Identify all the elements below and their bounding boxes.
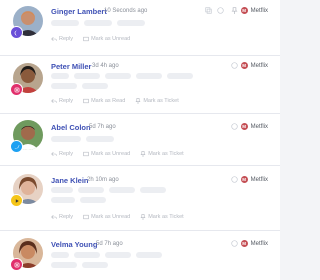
timestamp: 5d 7h ago xyxy=(96,241,123,247)
comment-icon[interactable] xyxy=(217,7,224,14)
brand-name: Metflix xyxy=(250,123,268,130)
copy-icon[interactable] xyxy=(205,7,212,14)
brand-logo: M xyxy=(240,123,248,130)
comment-icon[interactable] xyxy=(231,123,238,130)
mark-unread-button[interactable]: Mark as Unread xyxy=(83,214,130,220)
avatar[interactable] xyxy=(10,120,43,153)
skeleton-line xyxy=(51,73,69,79)
skeleton-line xyxy=(82,83,108,89)
brand-logo: M xyxy=(240,240,248,247)
skeleton-line xyxy=(117,20,145,26)
brand-logo: M xyxy=(240,7,248,14)
brand-tag: M Metflix xyxy=(240,240,268,247)
skeleton-line xyxy=(86,136,114,142)
brand-logo: M xyxy=(240,176,248,183)
avatar[interactable] xyxy=(10,238,43,271)
conversation-card[interactable]: Ginger Lambert 10 Seconds ago M Metflix … xyxy=(0,0,280,56)
youtube-icon xyxy=(10,194,23,207)
skeleton-line xyxy=(109,187,135,193)
contact-name[interactable]: Velma Young xyxy=(51,240,97,249)
brand-tag: M Metflix xyxy=(240,123,268,130)
skeleton-line xyxy=(51,187,73,193)
messenger-icon xyxy=(10,26,23,39)
skeleton-line xyxy=(51,83,77,89)
brand-tag: M Metflix xyxy=(240,62,268,69)
mark-unread-button[interactable]: Mark as Unread xyxy=(83,151,130,157)
mark-unread-button[interactable]: Mark as Unread xyxy=(83,36,130,42)
comment-icon[interactable] xyxy=(231,240,238,247)
brand-tag: M Metflix xyxy=(240,176,268,183)
skeleton-line xyxy=(51,262,77,268)
conversation-card[interactable]: Velma Young 5d 7h ago M Metflix xyxy=(0,231,280,280)
avatar[interactable] xyxy=(10,6,43,39)
instagram-icon xyxy=(10,83,23,96)
skeleton-line xyxy=(74,252,100,258)
brand-name: Metflix xyxy=(250,176,268,183)
mark-ticket-button[interactable]: Mark as Ticket xyxy=(135,98,179,104)
skeleton-line xyxy=(51,252,69,258)
mark-ticket-button[interactable]: Mark as Ticket xyxy=(140,151,184,157)
skeleton-line xyxy=(105,252,131,258)
timestamp: 2h 10m ago xyxy=(87,177,119,183)
instagram-icon xyxy=(10,258,23,271)
brand-name: Metflix xyxy=(250,7,268,14)
reply-button[interactable]: Reply xyxy=(51,214,73,220)
skeleton-line xyxy=(78,187,104,193)
skeleton-line xyxy=(74,73,100,79)
pin-icon[interactable] xyxy=(231,7,238,14)
comment-icon[interactable] xyxy=(231,62,238,69)
skeleton-line xyxy=(51,197,75,203)
skeleton-line xyxy=(140,187,166,193)
avatar[interactable] xyxy=(10,174,43,207)
timestamp: 10 Seconds ago xyxy=(104,8,148,14)
skeleton-line xyxy=(51,136,81,142)
contact-name[interactable]: Jane Klein xyxy=(51,176,89,185)
conversation-card[interactable]: Peter Miller 3d 4h ago M Metflix Reply M… xyxy=(0,56,280,114)
reply-button[interactable]: Reply xyxy=(51,36,73,42)
contact-name[interactable]: Abel Colon xyxy=(51,123,91,132)
conversation-card[interactable]: Jane Klein 2h 10m ago M Metflix Reply Ma… xyxy=(0,166,280,231)
skeleton-line xyxy=(105,73,131,79)
contact-name[interactable]: Peter Miller xyxy=(51,62,91,71)
brand-tag: M Metflix xyxy=(240,7,268,14)
skeleton-line xyxy=(84,20,112,26)
reply-button[interactable]: Reply xyxy=(51,151,73,157)
skeleton-line xyxy=(136,252,162,258)
conversation-card[interactable]: Abel Colon 5d 7h ago M Metflix Reply Mar… xyxy=(0,114,280,166)
brand-name: Metflix xyxy=(250,62,268,69)
brand-logo: M xyxy=(240,62,248,69)
mark-read-button[interactable]: Mark as Read xyxy=(83,98,125,104)
avatar[interactable] xyxy=(10,63,43,96)
brand-name: Metflix xyxy=(250,240,268,247)
comment-icon[interactable] xyxy=(231,176,238,183)
timestamp: 5d 7h ago xyxy=(89,124,116,130)
skeleton-line xyxy=(136,73,162,79)
reply-button[interactable]: Reply xyxy=(51,98,73,104)
skeleton-line xyxy=(51,20,79,26)
skeleton-line xyxy=(167,73,193,79)
timestamp: 3d 4h ago xyxy=(92,63,119,69)
twitter-icon xyxy=(10,140,23,153)
skeleton-line xyxy=(82,262,108,268)
contact-name[interactable]: Ginger Lambert xyxy=(51,7,107,16)
skeleton-line xyxy=(80,197,106,203)
mark-ticket-button[interactable]: Mark as Ticket xyxy=(140,214,184,220)
